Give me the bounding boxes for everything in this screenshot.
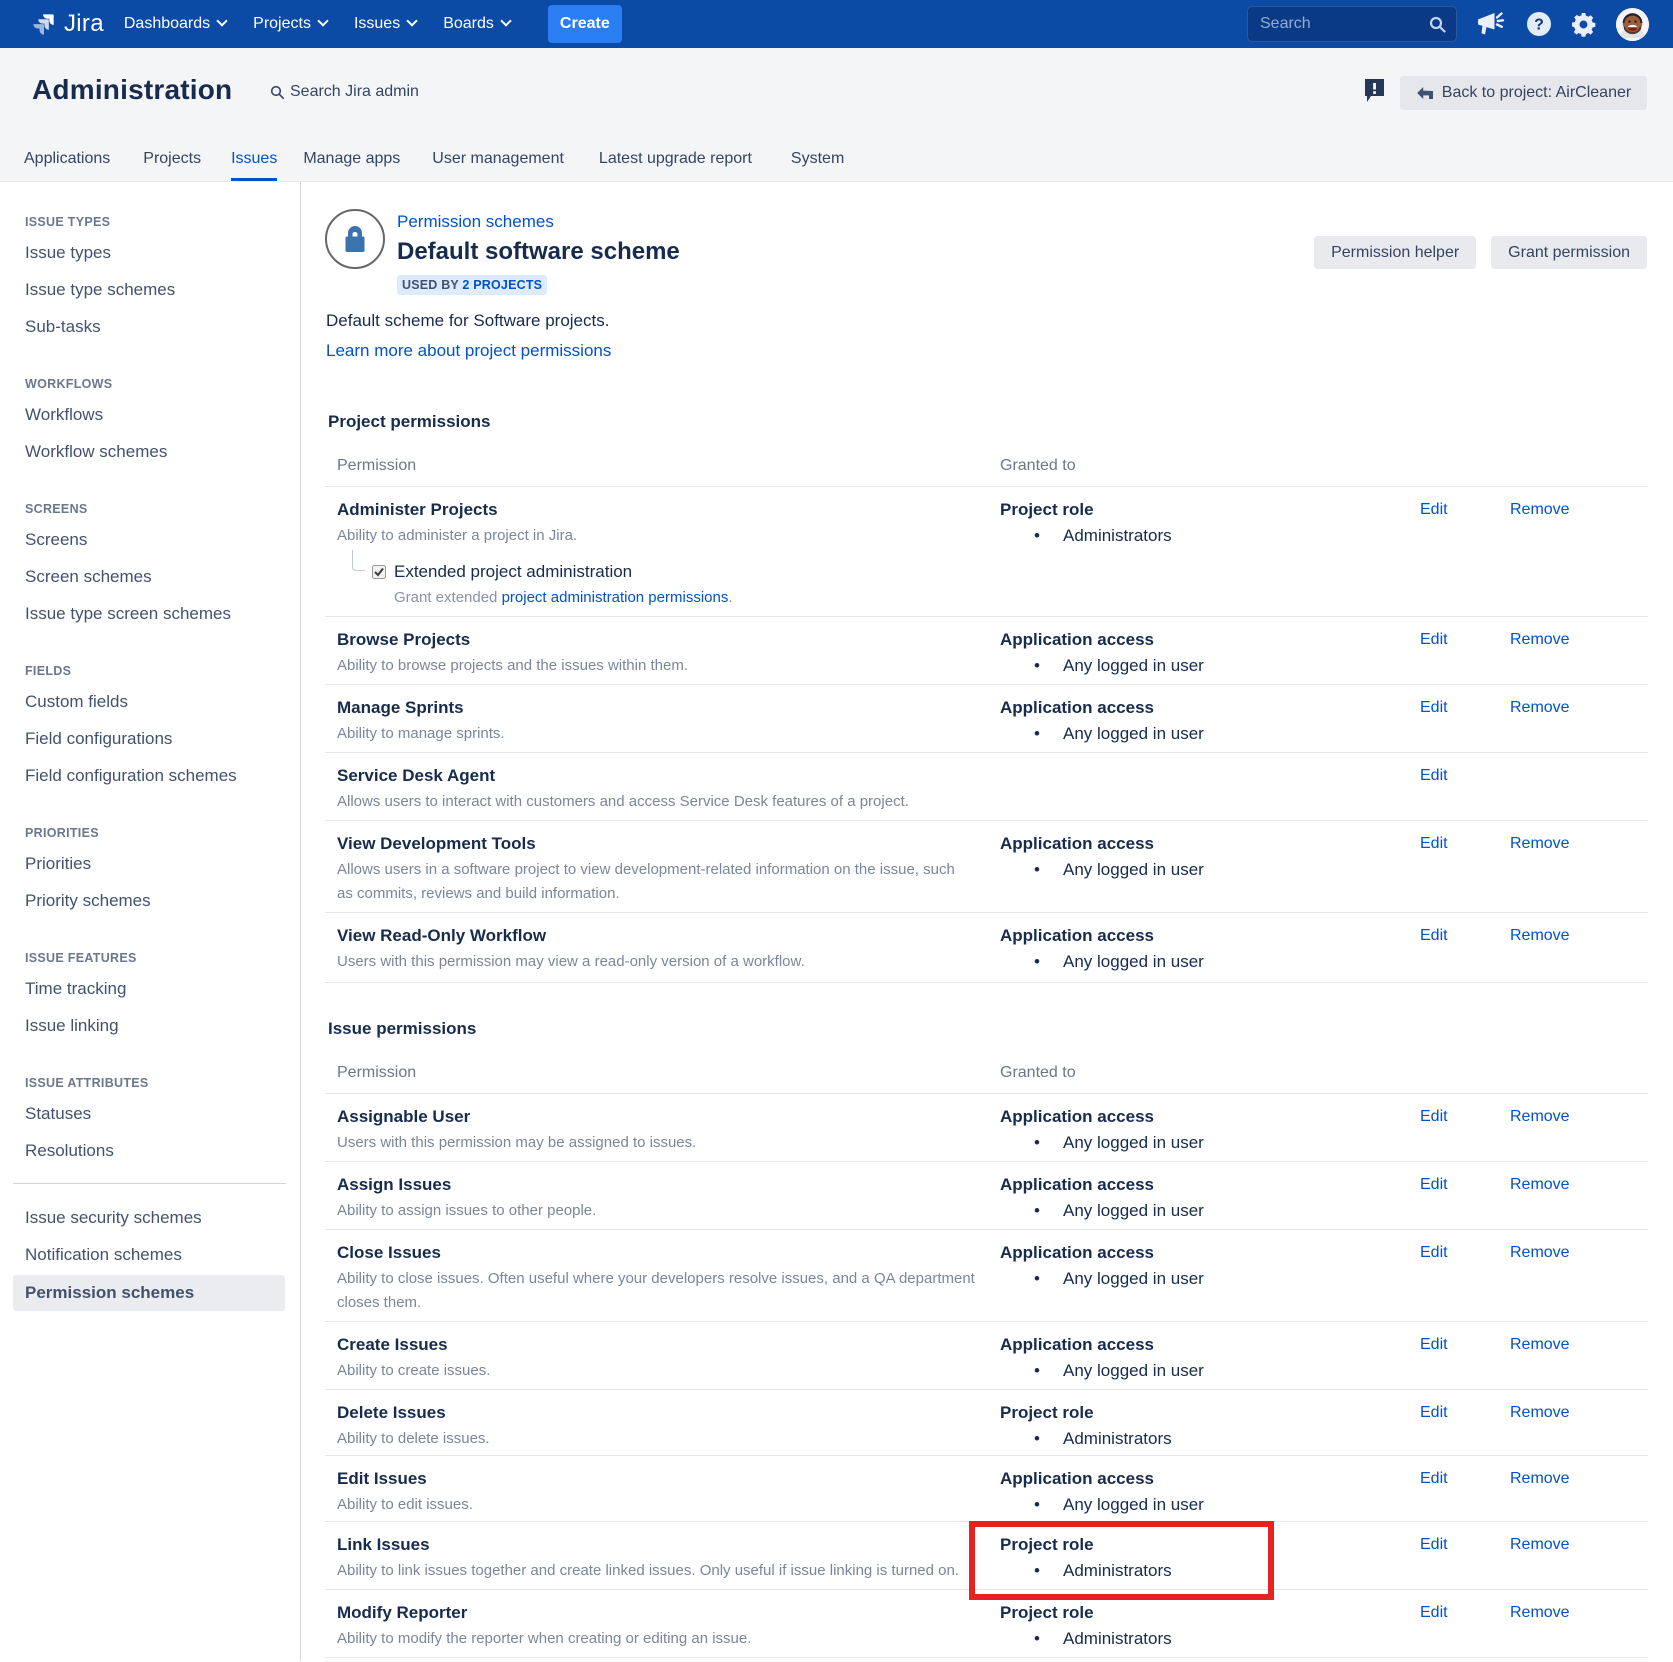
- svg-text:?: ?: [1534, 17, 1544, 34]
